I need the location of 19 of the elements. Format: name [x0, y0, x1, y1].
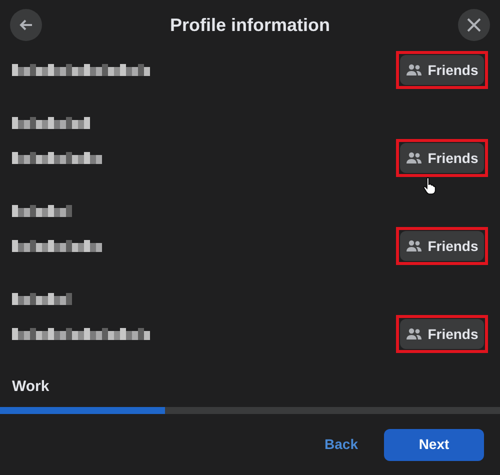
- back-button[interactable]: Back: [312, 428, 370, 460]
- close-icon: [466, 18, 481, 32]
- close-button[interactable]: [458, 9, 490, 41]
- people-icon: [406, 152, 422, 164]
- redacted-text: [12, 205, 72, 217]
- people-icon: [406, 328, 422, 340]
- dialog-title: Profile information: [170, 14, 330, 36]
- back-arrow-button[interactable]: [10, 9, 42, 41]
- audience-button[interactable]: Friends: [400, 231, 484, 261]
- people-icon: [406, 240, 422, 252]
- next-button[interactable]: Next: [384, 428, 484, 460]
- audience-button[interactable]: Friends: [400, 55, 484, 85]
- redacted-text: [12, 293, 72, 305]
- hand-cursor-icon: [423, 177, 436, 195]
- back-arrow-icon: [19, 19, 33, 31]
- section-heading: Work: [12, 376, 50, 397]
- people-icon: [406, 64, 422, 76]
- audience-button[interactable]: Friends: [400, 319, 484, 349]
- audience-button[interactable]: Friends: [400, 143, 484, 173]
